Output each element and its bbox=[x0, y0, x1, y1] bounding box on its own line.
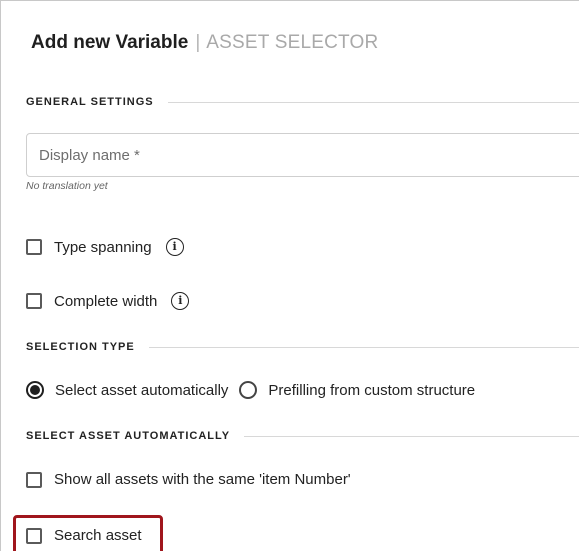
type-spanning-checkbox[interactable] bbox=[26, 239, 42, 255]
type-spanning-option[interactable]: Type spanning i bbox=[26, 238, 184, 256]
complete-width-checkbox[interactable] bbox=[26, 293, 42, 309]
title-separator: | bbox=[195, 32, 201, 53]
dialog-title: Add new Variable | ASSET SELECTOR bbox=[31, 31, 378, 55]
show-all-assets-option[interactable]: Show all assets with the same 'item Numb… bbox=[26, 471, 351, 488]
radio-label-select-asset-automatically[interactable]: Select asset automatically bbox=[55, 382, 228, 399]
section-heading: SELECT ASSET AUTOMATICALLY bbox=[26, 430, 231, 442]
info-circle-icon[interactable]: i bbox=[171, 292, 190, 310]
search-asset-label: Search asset bbox=[54, 527, 142, 544]
radio-select-asset-automatically[interactable] bbox=[26, 381, 44, 399]
selection-type-radio-group: Select asset automatically Prefilling fr… bbox=[26, 381, 475, 399]
section-select-asset-automatically: SELECT ASSET AUTOMATICALLY bbox=[26, 428, 579, 444]
section-divider bbox=[148, 346, 579, 348]
radio-prefilling-custom-structure[interactable] bbox=[239, 381, 258, 399]
search-asset-checkbox[interactable] bbox=[26, 527, 42, 544]
info-circle-icon[interactable]: i bbox=[165, 238, 184, 256]
section-heading: GENERAL SETTINGS bbox=[26, 96, 154, 108]
display-name-input[interactable] bbox=[39, 144, 539, 166]
variable-dialog: Add new Variable | ASSET SELECTOR GENERAL … bbox=[0, 0, 579, 551]
radio-label-prefilling-custom-structure[interactable]: Prefilling from custom structure bbox=[268, 382, 475, 399]
translation-hint: No translation yet bbox=[26, 180, 108, 192]
search-asset-option[interactable]: Search asset bbox=[26, 527, 142, 544]
section-divider bbox=[167, 101, 579, 103]
section-selection-type: SELECTION TYPE bbox=[26, 339, 579, 355]
section-heading: SELECTION TYPE bbox=[26, 341, 135, 353]
type-spanning-label: Type spanning bbox=[54, 238, 152, 256]
show-all-assets-label: Show all assets with the same 'item Numb… bbox=[54, 471, 351, 488]
display-name-field[interactable] bbox=[26, 133, 579, 177]
section-general-settings: GENERAL SETTINGS bbox=[26, 94, 579, 110]
complete-width-option[interactable]: Complete width i bbox=[26, 292, 190, 310]
show-all-assets-checkbox[interactable] bbox=[26, 471, 42, 488]
dialog-subtitle: ASSET SELECTOR bbox=[206, 32, 379, 53]
dialog-title-main: Add new Variable bbox=[31, 32, 189, 53]
section-divider bbox=[244, 435, 579, 437]
complete-width-label: Complete width bbox=[54, 292, 158, 310]
